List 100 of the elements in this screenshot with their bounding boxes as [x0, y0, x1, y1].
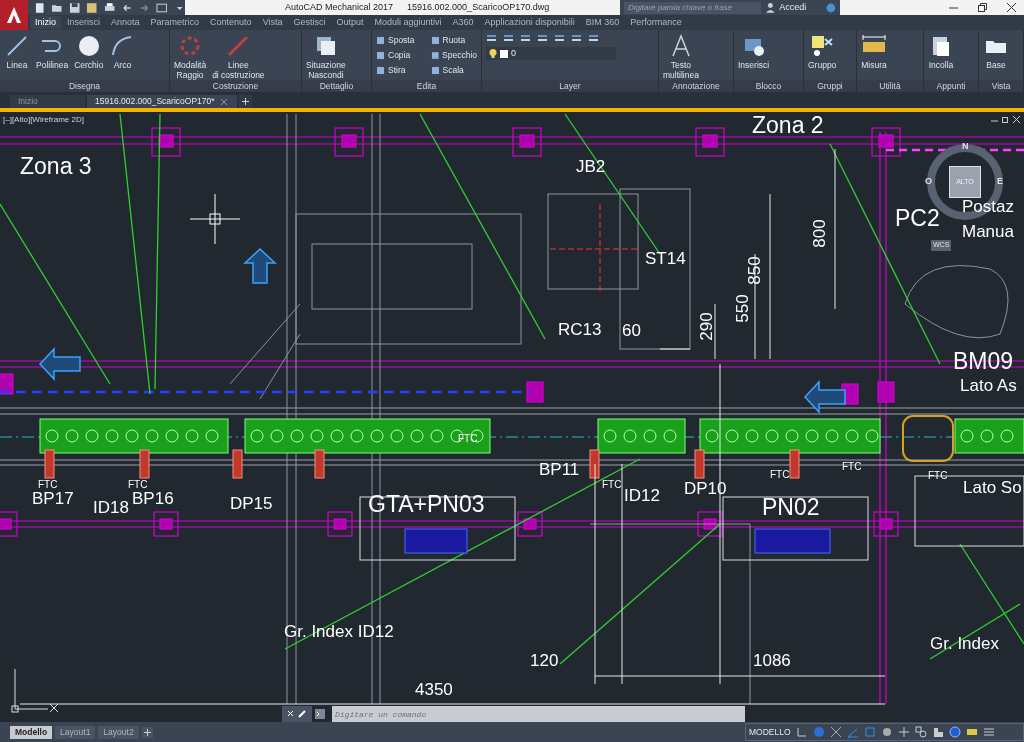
- ribbon-tab[interactable]: Inserisci: [62, 16, 106, 29]
- drawing-label: PN02: [762, 496, 820, 519]
- shapes-icon[interactable]: [914, 726, 927, 738]
- save-as-icon[interactable]: [86, 1, 98, 14]
- new-layout-plus-icon[interactable]: [141, 726, 153, 738]
- layout-tab[interactable]: Modello: [10, 725, 53, 739]
- crosshair-cursor-icon: [189, 193, 241, 245]
- ribbon-tool-button[interactable]: Inserisci: [738, 33, 770, 70]
- blocks-icon[interactable]: [931, 726, 944, 738]
- ribbon-panel-title[interactable]: Annotazione: [659, 80, 733, 92]
- plus-icon[interactable]: [897, 726, 910, 738]
- save-icon[interactable]: [68, 1, 81, 14]
- drawing-label: 850: [745, 256, 763, 285]
- menu-icon[interactable]: [982, 726, 995, 738]
- layer-tool-icon[interactable]: [537, 33, 548, 44]
- ribbon-tab[interactable]: Output: [331, 16, 369, 29]
- close-icon[interactable]: [1007, 3, 1016, 12]
- layer-tool-icon[interactable]: [571, 33, 582, 44]
- layout-tab[interactable]: Layout1: [55, 725, 96, 739]
- ribbon-tab[interactable]: Applicazioni disponibili: [479, 16, 580, 29]
- grid-snap-icon[interactable]: [795, 726, 808, 738]
- layer-tool-icon[interactable]: [503, 33, 514, 44]
- ribbon-tool-button[interactable]: Testo multilinea: [663, 33, 699, 80]
- ribbon-tab[interactable]: Gestisci: [288, 16, 331, 29]
- ribbon-tool-button[interactable]: Linee di costruzione: [212, 33, 265, 80]
- ribbon-tab[interactable]: Moduli aggiuntivi: [369, 16, 447, 29]
- ribbon-tab[interactable]: Parametrico: [145, 16, 205, 29]
- document-tab[interactable]: 15916.002.000_ScaricoOP170*: [87, 95, 237, 108]
- ribbon-tab[interactable]: BIM 360: [580, 16, 625, 29]
- bracket-icon: [334, 127, 364, 157]
- circle-icon[interactable]: [948, 726, 961, 738]
- bracket-icon: [151, 127, 181, 157]
- new-tab-plus-icon[interactable]: [239, 95, 252, 108]
- ribbon-tab[interactable]: Inizio: [30, 16, 61, 29]
- layer-dropdown[interactable]: 0: [486, 47, 616, 60]
- help-icon[interactable]: [826, 2, 836, 13]
- gear-icon[interactable]: [880, 726, 893, 738]
- layers-icon[interactable]: [965, 726, 978, 738]
- ribbon-tool-button[interactable]: Linea: [4, 33, 30, 70]
- ribbon-tool-button[interactable]: Situazione Nascondi: [306, 33, 346, 80]
- direction-arrow-icon: [243, 247, 277, 284]
- new-file-icon[interactable]: [34, 1, 46, 14]
- bracket-icon: [0, 511, 18, 537]
- ribbon-tool-button[interactable]: Base: [983, 33, 1009, 70]
- ribbon-panel-title[interactable]: Costruzione: [170, 80, 301, 92]
- ribbon-tool-button[interactable]: Sposta: [376, 33, 423, 47]
- drawing-label: Gr. Index: [930, 635, 999, 652]
- layer-tool-icon[interactable]: [554, 33, 565, 44]
- ribbon-tool-button[interactable]: Ruota: [430, 33, 477, 47]
- sensor-tag: FTC: [128, 480, 148, 490]
- layout-tab[interactable]: Layout2: [98, 725, 139, 739]
- ribbon-panel-title[interactable]: Layer: [482, 80, 658, 92]
- layer-tool-icon[interactable]: [588, 33, 599, 44]
- ribbon-tool-button[interactable]: Stira: [376, 63, 423, 77]
- ribbon-panel-title[interactable]: Blocco: [734, 80, 803, 92]
- ribbon-tool-button[interactable]: Cerchio: [74, 33, 104, 70]
- ribbon-tool-button[interactable]: Arco: [109, 33, 136, 70]
- ribbon-tool-button[interactable]: Misura: [861, 33, 887, 70]
- ribbon-tab[interactable]: Annota: [106, 16, 145, 29]
- ribbon-tool-button[interactable]: Scala: [430, 63, 477, 77]
- ribbon-tool-button[interactable]: Incolla: [928, 33, 954, 70]
- ribbon-tool-button[interactable]: Copia: [376, 48, 423, 62]
- ribbon-panel-title[interactable]: Dettaglio: [302, 80, 371, 92]
- drawing-label: 290: [697, 312, 715, 341]
- command-line-controls-icon[interactable]: [282, 706, 312, 722]
- ribbon-tool-button[interactable]: Modalità Raggio: [174, 33, 207, 80]
- sign-in-button[interactable]: Accedi: [779, 0, 807, 15]
- ribbon-tool-button[interactable]: Polilinea: [36, 33, 69, 70]
- bracket-icon: [695, 127, 725, 157]
- ribbon-tool-button[interactable]: Specchio: [430, 48, 477, 62]
- model-space-button[interactable]: MODELLO: [749, 725, 791, 739]
- drawing-label: DP10: [684, 480, 727, 497]
- ribbon-tab[interactable]: Vista: [257, 16, 288, 29]
- lightbulb-icon: [489, 49, 497, 58]
- layer-tool-icon[interactable]: [486, 33, 497, 44]
- ribbon-panel-title[interactable]: Edita: [372, 80, 481, 92]
- ribbon-tab[interactable]: Performance: [625, 16, 687, 29]
- command-input-field[interactable]: Digitare un comando: [332, 706, 745, 722]
- restore-icon[interactable]: [978, 3, 987, 12]
- drawing-label: 550: [733, 294, 751, 323]
- ribbon-panel-title[interactable]: Vista: [979, 80, 1023, 92]
- print-icon[interactable]: [103, 1, 116, 14]
- ribbon-panel-title[interactable]: Utilità: [857, 80, 923, 92]
- layer-tool-icon[interactable]: [520, 33, 531, 44]
- drawing-label: PC2: [895, 207, 940, 230]
- ribbon-tab[interactable]: Contenuto: [205, 16, 257, 29]
- angle-icon[interactable]: [846, 726, 859, 738]
- ribbon-panel-title[interactable]: Appunti: [924, 80, 978, 92]
- restore-icon[interactable]: [1002, 116, 1009, 123]
- ribbon-panel-title[interactable]: Gruppi: [804, 80, 856, 92]
- document-tab[interactable]: Inizio: [10, 95, 85, 108]
- drawing-label: BP16: [132, 490, 174, 507]
- drawing-label: BP11: [539, 461, 580, 478]
- viewport-controls-label[interactable]: [–][Alto][Wireframe 2D]: [3, 114, 84, 126]
- ribbon-tool-button[interactable]: Gruppo: [808, 33, 837, 70]
- ribbon-panel-title[interactable]: Disegna: [0, 80, 169, 92]
- workspace-icon[interactable]: [156, 1, 168, 14]
- application-menu-button[interactable]: [0, 0, 28, 30]
- ribbon-tab[interactable]: A360: [447, 16, 479, 29]
- diagonal-lines-icon[interactable]: [829, 726, 842, 738]
